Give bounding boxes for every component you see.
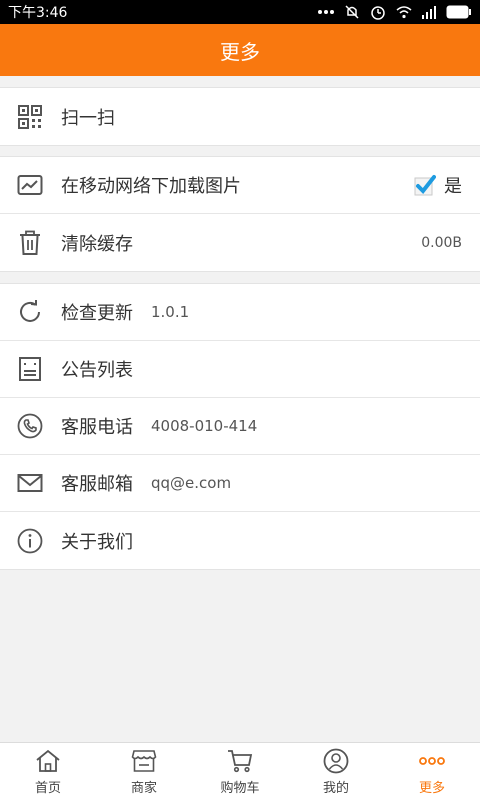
load-images-item[interactable]: 在移动网络下加载图片 是 <box>0 157 480 214</box>
status-icons <box>318 4 472 20</box>
cart-icon <box>227 748 253 774</box>
trash-icon <box>16 229 44 257</box>
about-us-item[interactable]: 关于我们 <box>0 512 480 569</box>
tab-home-label: 首页 <box>34 781 61 796</box>
tab-more[interactable]: 更多 <box>384 743 480 801</box>
service-email-item[interactable]: 客服邮箱 qq@e.com <box>0 455 480 512</box>
notice-icon <box>16 355 44 383</box>
scan-item[interactable]: 扫一扫 <box>0 88 480 145</box>
notice-list-item[interactable]: 公告列表 <box>0 341 480 398</box>
version-number: 1.0.1 <box>151 303 190 321</box>
mail-icon <box>16 469 44 497</box>
page-title: 更多 <box>220 39 260 64</box>
settings-group-scan: 扫一扫 <box>0 87 480 146</box>
tab-more-label: 更多 <box>418 781 445 796</box>
tab-store-label: 商家 <box>130 781 157 796</box>
refresh-icon <box>16 298 44 326</box>
battery-icon <box>446 5 472 19</box>
load-images-label: 在移动网络下加载图片 <box>61 176 241 197</box>
check-update-item[interactable]: 检查更新 1.0.1 <box>0 284 480 341</box>
check-update-label: 检查更新 <box>61 303 133 324</box>
tab-cart-label: 购物车 <box>220 781 260 796</box>
status-time: 下午3:46 <box>8 5 68 21</box>
status-bar: 下午3:46 <box>0 0 480 24</box>
wifi-icon <box>396 5 412 19</box>
image-icon <box>16 171 44 199</box>
service-email-label: 客服邮箱 <box>61 474 133 495</box>
settings-group-storage: 在移动网络下加载图片 是 清除缓存 0.00B <box>0 156 480 272</box>
more-dots-icon <box>318 9 334 15</box>
settings-group-info: 检查更新 1.0.1 公告列表 客服电话 4008-010-414 客服邮箱 q… <box>0 283 480 570</box>
mute-icon <box>344 4 360 20</box>
bottom-tab-bar: 首页 商家 购物车 我的 更多 <box>0 742 480 801</box>
tab-mine-label: 我的 <box>322 781 349 796</box>
home-icon <box>35 748 61 774</box>
service-phone-label: 客服电话 <box>61 417 133 438</box>
tab-home[interactable]: 首页 <box>0 743 96 801</box>
alarm-icon <box>370 4 386 20</box>
about-us-label: 关于我们 <box>61 531 133 553</box>
load-images-toggle[interactable]: 是 <box>414 172 462 198</box>
service-phone-number: 4008-010-414 <box>151 417 258 435</box>
tab-cart[interactable]: 购物车 <box>192 743 288 801</box>
tab-store[interactable]: 商家 <box>96 743 192 801</box>
more-icon <box>419 748 445 774</box>
user-icon <box>323 748 349 774</box>
clear-cache-label: 清除缓存 <box>61 233 133 255</box>
load-images-value: 是 <box>444 176 462 197</box>
qrcode-icon <box>16 103 44 131</box>
notice-list-label: 公告列表 <box>61 360 133 381</box>
cache-size: 0.00B <box>421 234 462 251</box>
info-icon <box>16 527 44 555</box>
checkbox-checked-icon[interactable] <box>414 174 436 196</box>
app-bar: 更多 <box>0 24 480 76</box>
clear-cache-item[interactable]: 清除缓存 0.00B <box>0 214 480 271</box>
scan-label: 扫一扫 <box>61 107 115 129</box>
tab-mine[interactable]: 我的 <box>288 743 384 801</box>
phone-icon <box>16 412 44 440</box>
signal-icon <box>422 5 436 19</box>
service-email-address: qq@e.com <box>151 474 232 492</box>
store-icon <box>131 748 157 774</box>
service-phone-item[interactable]: 客服电话 4008-010-414 <box>0 398 480 455</box>
